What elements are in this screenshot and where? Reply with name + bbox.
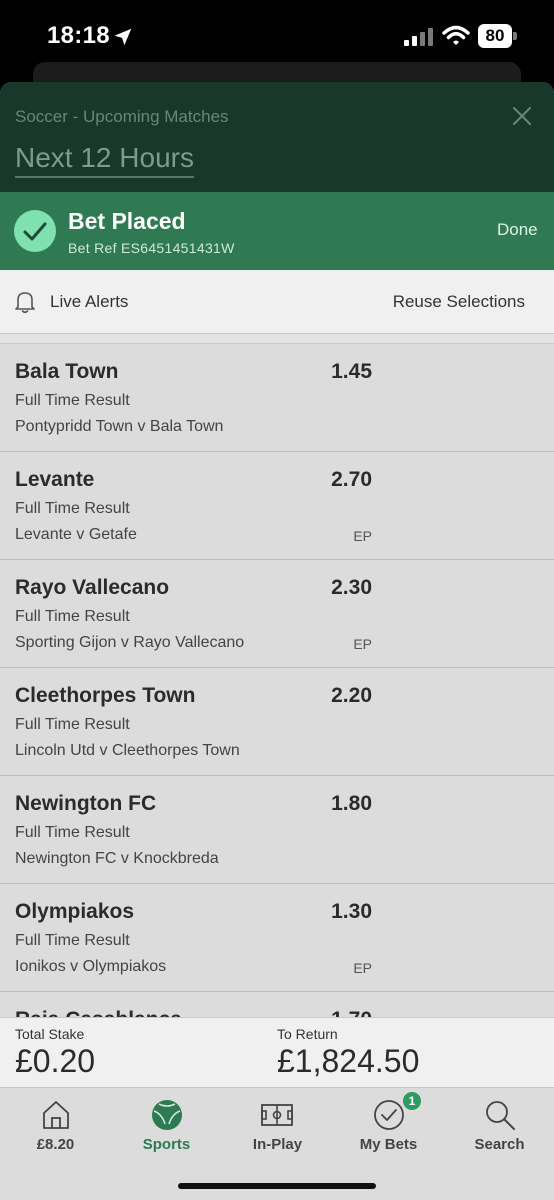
total-stake-label: Total Stake [15,1026,85,1042]
alerts-row: Live Alerts Reuse Selections [0,270,554,334]
selection-row: Olympiakos 1.30 Full Time Result Ionikos… [0,884,554,992]
selection-market: Full Time Result [15,824,130,841]
selection-row: Cleethorpes Town 2.20 Full Time Result L… [0,668,554,776]
bet-reference: Bet Ref ES6451451431W [68,240,235,256]
tab-search[interactable]: Search [444,1088,554,1168]
sheet-header: Soccer - Upcoming Matches Next 12 Hours [0,82,554,192]
selection-odds: 1.45 [331,360,372,383]
tab-sports[interactable]: Sports [111,1088,222,1168]
selection-market: Full Time Result [15,392,130,409]
selection-event: Ionikos v Olympiakos [15,958,167,975]
selection-ep-badge: EP [353,528,372,544]
selection-market: Full Time Result [15,608,130,625]
selection-odds: 1.30 [331,900,372,923]
total-stake-value: £0.20 [15,1043,96,1079]
tab-label: Search [474,1136,525,1153]
selection-row: Levante 2.70 Full Time Result Levante v … [0,452,554,560]
header-title[interactable]: Next 12 Hours [15,142,194,178]
selection-event: Newington FC v Knockbreda [15,850,219,867]
home-icon [43,1101,69,1129]
selection-event: Pontypridd Town v Bala Town [15,418,224,435]
to-return-value: £1,824.50 [277,1043,420,1079]
selection-market: Full Time Result [15,500,130,517]
selection-event: Levante v Getafe [15,526,137,543]
selection-ep-badge: EP [353,960,372,976]
selection-name: Raja Casablanca [15,1008,182,1017]
header-subtitle: Soccer - Upcoming Matches [15,107,229,126]
battery-tip [513,32,517,40]
selection-row: Bala Town 1.45 Full Time Result Pontypri… [0,344,554,452]
selection-row: Rayo Vallecano 2.30 Full Time Result Spo… [0,560,554,668]
selections-list[interactable]: Bala Town 1.45 Full Time Result Pontypri… [0,344,554,1017]
to-return-label: To Return [277,1026,338,1042]
selection-name: Newington FC [15,792,157,815]
battery-indicator: 80 [478,24,518,48]
bell-icon[interactable] [14,290,36,314]
wifi-icon [442,25,470,45]
bottom-tab-bar: £8.20 Sports In-Play 1 My Bets Search [0,1087,554,1200]
betslip-sheet: Soccer - Upcoming Matches Next 12 Hours … [0,82,554,1200]
bet-placed-banner: Bet Placed Bet Ref ES6451451431W Done [0,192,554,270]
football-icon [152,1100,182,1130]
selection-name: Bala Town [15,360,119,383]
selection-name: Cleethorpes Town [15,684,196,707]
selection-row: Raja Casablanca 1.70 [0,992,554,1017]
selection-odds: 2.70 [331,468,372,491]
selection-odds: 1.70 [331,1008,372,1017]
pitch-icon [261,1104,293,1126]
tab-balance[interactable]: £8.20 [0,1088,111,1168]
tab-label: In-Play [252,1136,303,1153]
selection-name: Rayo Vallecano [15,576,170,599]
tab-in-play[interactable]: In-Play [222,1088,333,1168]
close-icon[interactable] [510,104,534,128]
my-bets-badge: 1 [403,1092,421,1110]
selection-odds: 2.30 [331,576,372,599]
location-arrow-icon [114,28,132,46]
bet-placed-title: Bet Placed [68,208,186,234]
selection-market: Full Time Result [15,932,130,949]
selection-event: Lincoln Utd v Cleethorpes Town [15,742,240,759]
bet-totals: Total Stake £0.20 To Return £1,824.50 [0,1017,554,1087]
check-circle-icon [374,1100,404,1130]
live-alerts-button[interactable]: Live Alerts [50,292,128,312]
search-icon [486,1101,515,1130]
selection-odds: 2.20 [331,684,372,707]
tab-my-bets[interactable]: 1 My Bets [333,1088,444,1168]
reuse-selections-button[interactable]: Reuse Selections [393,292,525,312]
done-button[interactable]: Done [497,220,538,240]
cellular-signal-icon [404,28,433,46]
section-divider [0,334,554,344]
selection-row: Newington FC 1.80 Full Time Result Newin… [0,776,554,884]
selection-market: Full Time Result [15,716,130,733]
selection-odds: 1.80 [331,792,372,815]
tab-label: Sports [142,1136,191,1153]
selection-name: Olympiakos [15,900,135,923]
success-check-icon [14,210,56,252]
battery-level: 80 [478,24,512,48]
tab-label: My Bets [359,1136,418,1153]
selection-event: Sporting Gijon v Rayo Vallecano [15,634,245,651]
selection-name: Levante [15,468,95,491]
status-time: 18:18 [47,22,110,49]
home-indicator[interactable] [178,1183,376,1189]
tab-label: £8.20 [36,1136,75,1153]
selection-ep-badge: EP [353,636,372,652]
status-bar: 18:18 80 [0,0,554,70]
